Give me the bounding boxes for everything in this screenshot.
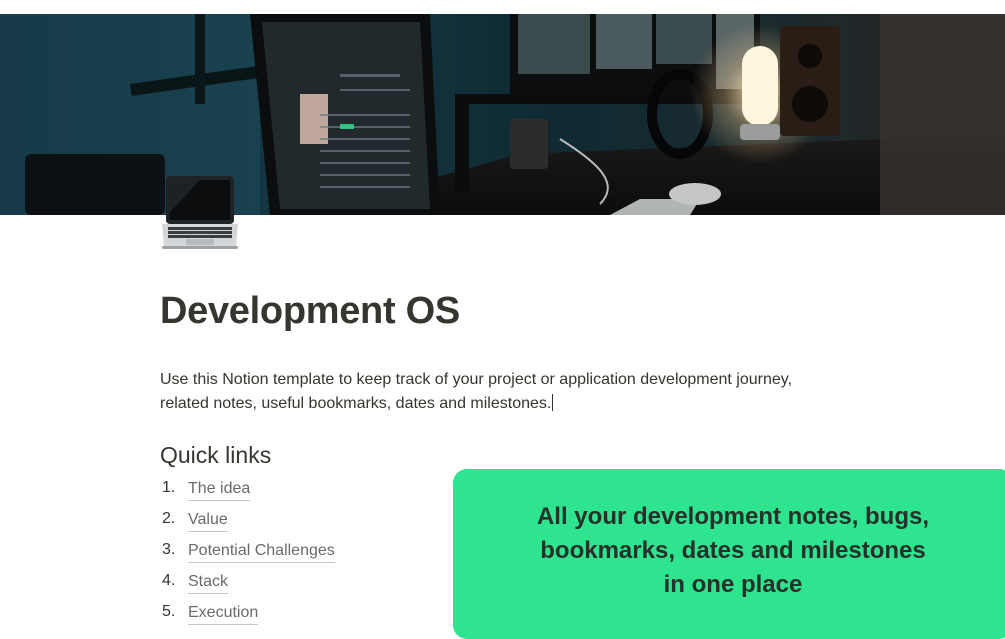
list-number: 5. <box>162 603 176 620</box>
banner-line-2: bookmarks, dates and milestones <box>540 537 926 564</box>
promo-banner-text: All your development notes, bugs, bookma… <box>503 500 963 602</box>
link-value[interactable]: Value <box>188 510 228 532</box>
quick-links-list: 1. The idea 2. Value 3. Potential Challe… <box>162 479 335 634</box>
desk-setup-illustration <box>0 14 1005 215</box>
promo-banner: All your development notes, bugs, bookma… <box>453 469 1005 639</box>
cover-image[interactable] <box>0 14 1005 215</box>
list-number: 4. <box>162 572 176 589</box>
quick-link-item: 3. Potential Challenges <box>162 541 335 572</box>
laptop-icon[interactable] <box>160 172 240 252</box>
link-stack[interactable]: Stack <box>188 572 229 594</box>
banner-line-1: All your development notes, bugs, <box>536 503 930 530</box>
quick-link-item: 4. Stack <box>162 572 335 603</box>
list-number: 2. <box>162 510 176 527</box>
quick-link-item: 5. Execution <box>162 603 335 634</box>
banner-line-3: in one place <box>663 571 803 598</box>
top-margin <box>0 0 1005 14</box>
description-line-2: related notes, useful bookmarks, dates a… <box>160 395 552 412</box>
link-the-idea[interactable]: The idea <box>188 479 251 501</box>
page-description[interactable]: Use this Notion template to keep track o… <box>160 368 840 416</box>
quick-link-item: 1. The idea <box>162 479 335 510</box>
text-cursor <box>552 394 554 411</box>
quick-link-item: 2. Value <box>162 510 335 541</box>
page-title[interactable]: Development OS <box>160 290 460 333</box>
list-number: 3. <box>162 541 176 558</box>
description-line-1: Use this Notion template to keep track o… <box>160 371 793 388</box>
link-potential-challenges[interactable]: Potential Challenges <box>188 541 335 563</box>
list-number: 1. <box>162 479 176 496</box>
link-execution[interactable]: Execution <box>188 603 259 625</box>
quick-links-heading[interactable]: Quick links <box>160 442 271 469</box>
